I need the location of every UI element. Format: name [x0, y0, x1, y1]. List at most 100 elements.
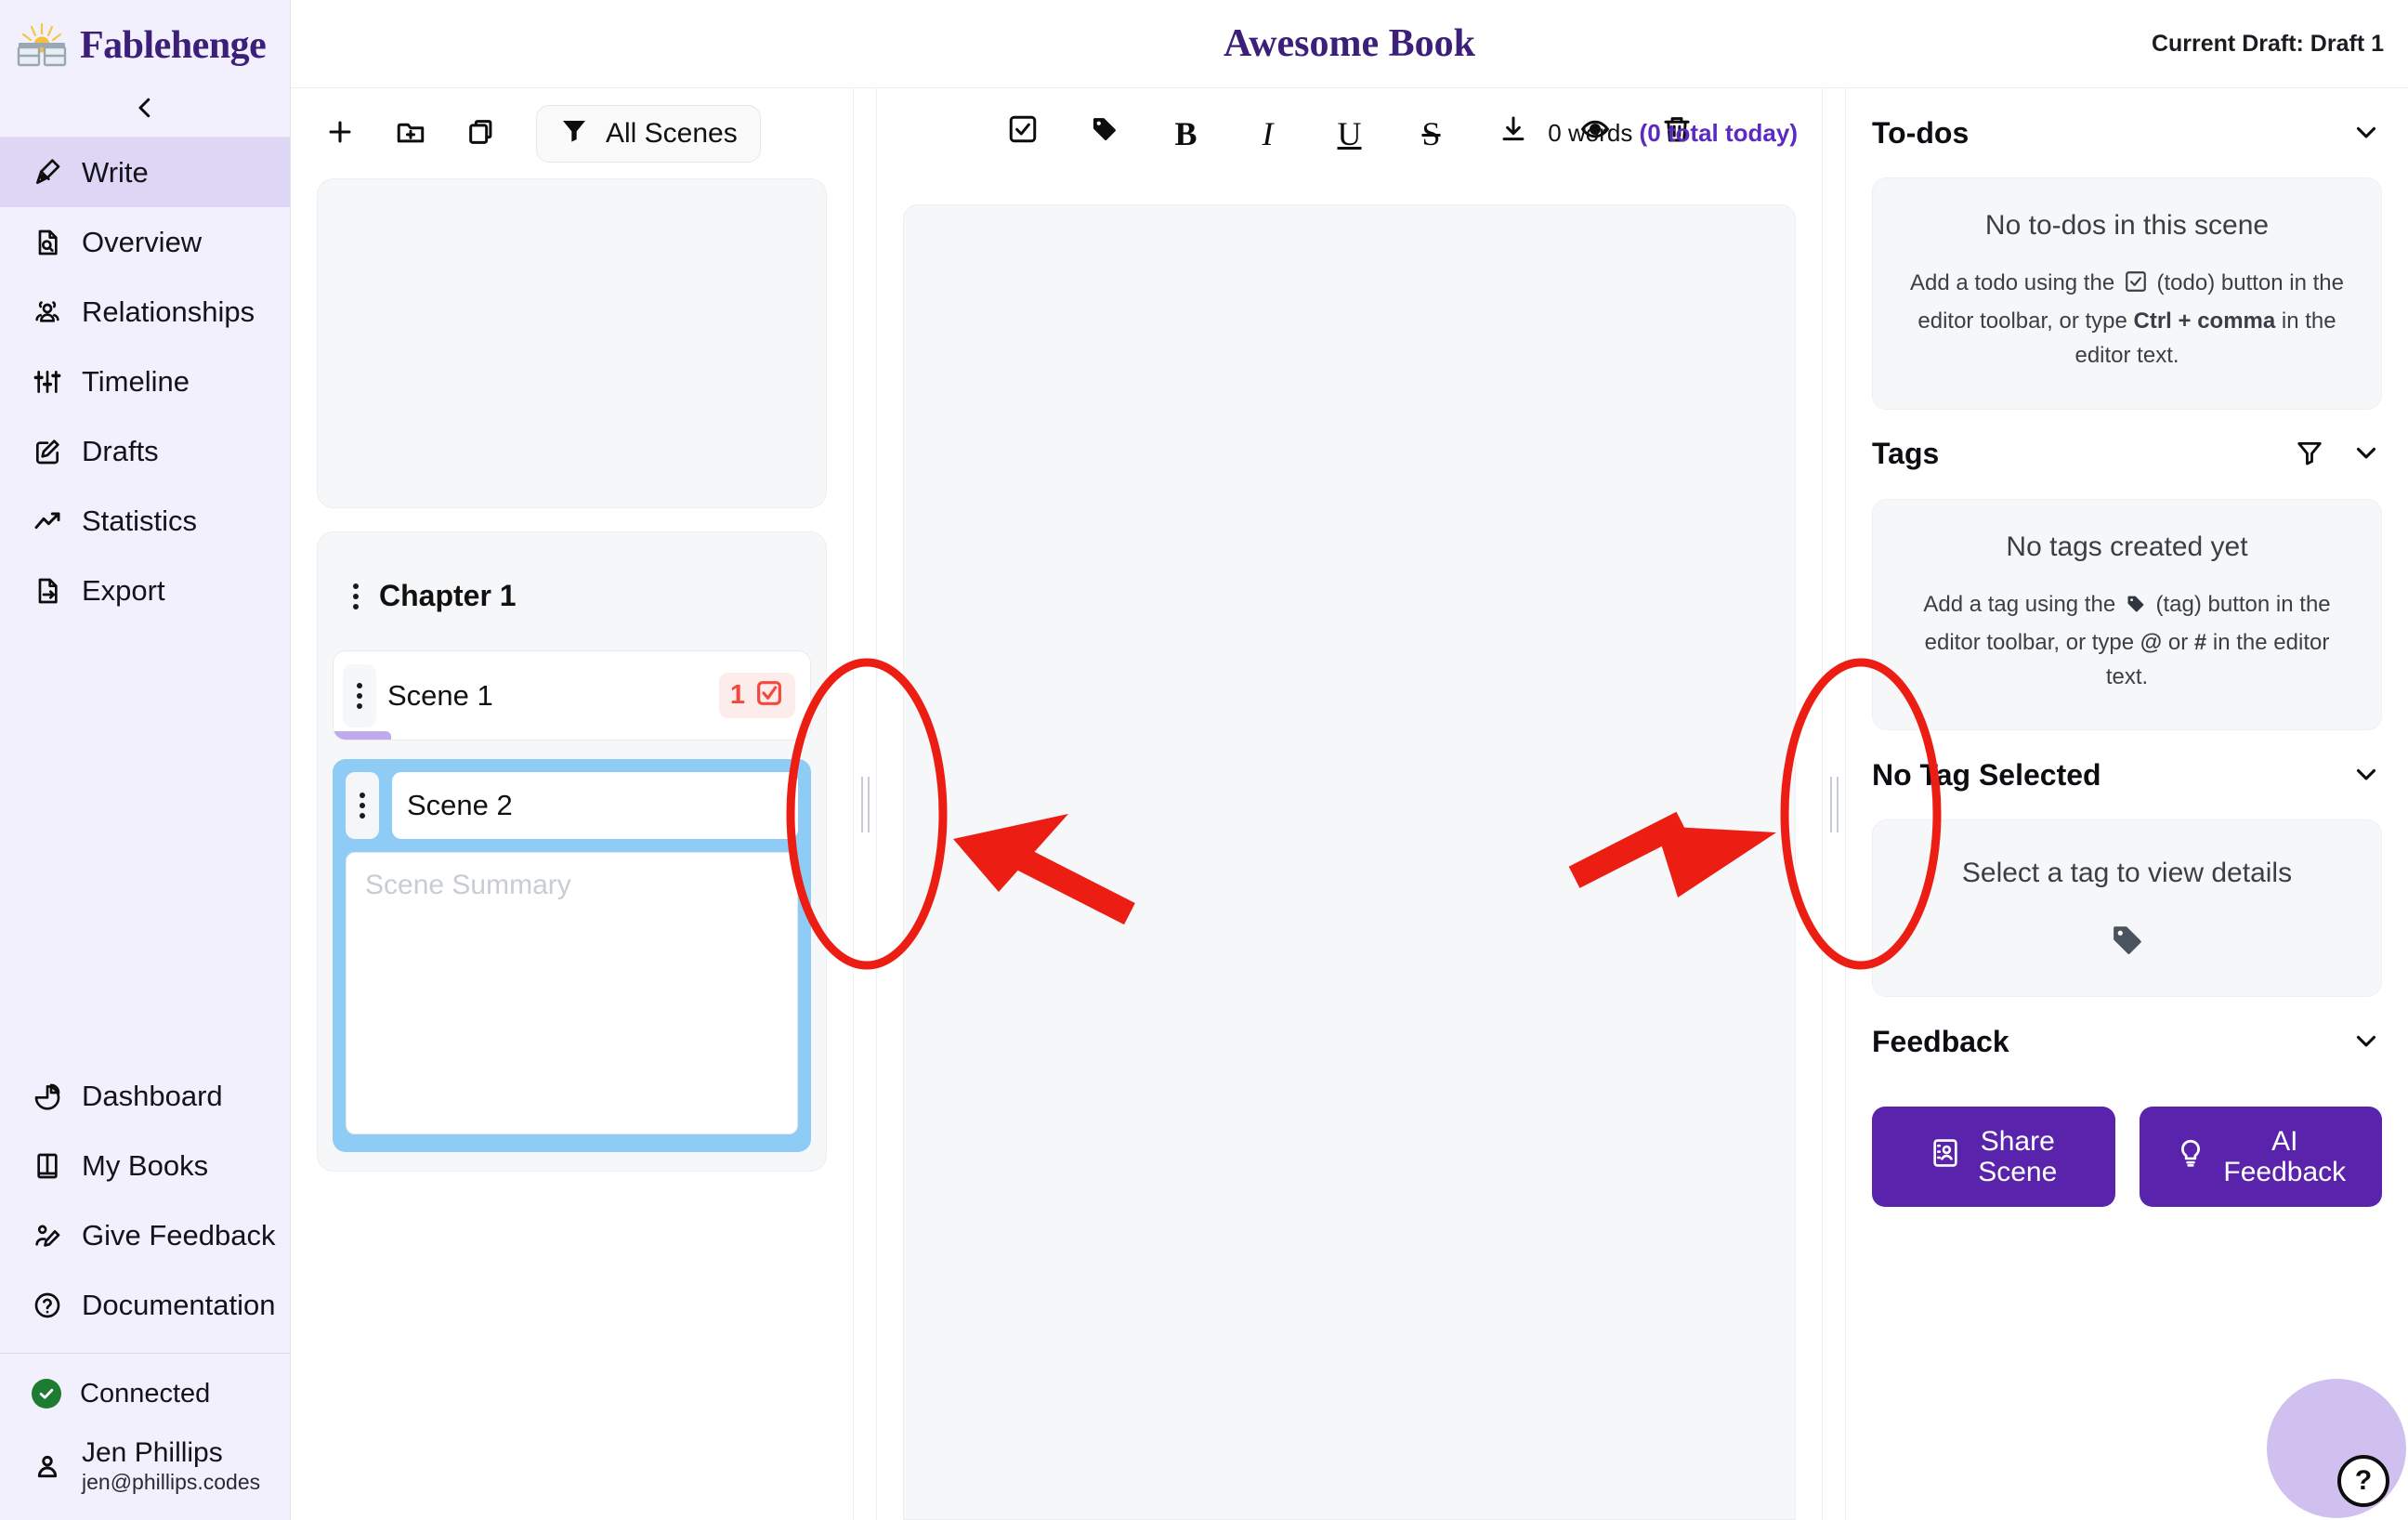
plus-icon: [324, 116, 356, 151]
user-account[interactable]: Jen Phillips jen@phillips.codes: [0, 1434, 290, 1520]
kebab-menu-icon[interactable]: [346, 583, 366, 609]
todos-help-shortcut: Ctrl + comma: [2133, 308, 2276, 334]
sidebar-item-label: Statistics: [82, 504, 198, 537]
tags-collapse-button[interactable]: [2350, 437, 2382, 471]
tag-detail-section-header: No Tag Selected: [1872, 730, 2382, 819]
sidebar-item-export[interactable]: Export: [0, 556, 290, 625]
download-icon: [1498, 113, 1529, 153]
tags-filter-button[interactable]: [2295, 438, 2324, 470]
copy-icon: [465, 116, 497, 151]
scene-title-input[interactable]: [392, 772, 798, 839]
strikethrough-button[interactable]: S: [1410, 112, 1453, 155]
scene-filter-button[interactable]: All Scenes: [536, 104, 761, 163]
user-email: jen@phillips.codes: [82, 1469, 261, 1494]
insert-todo-button[interactable]: [1001, 112, 1044, 155]
sidebar-item-my-books[interactable]: My Books: [0, 1131, 290, 1200]
tag-icon: [2125, 591, 2147, 625]
scene-card-scene-1[interactable]: Scene 1 1: [333, 650, 811, 740]
share-scene-label-line2: Scene: [1978, 1157, 2058, 1188]
scene-filter-label: All Scenes: [606, 117, 738, 149]
italic-button[interactable]: I: [1247, 112, 1289, 155]
add-scene-button[interactable]: [319, 112, 361, 155]
scene-panel: All Scenes Chapter 1 Scene 1 1 Scene 2 S…: [291, 88, 853, 1520]
editor-column: B I U S 0 words (0 total today): [877, 88, 1822, 1520]
scene-edit-row: [346, 772, 798, 839]
right-panel-resizer[interactable]: [1822, 88, 1846, 1520]
main-area: Awesome Book Current Draft: Draft 1 All …: [291, 0, 2408, 1520]
sidebar-primary-nav: Write Overview Relationships Timeline Dr…: [0, 138, 290, 625]
chevron-down-icon: [2350, 116, 2382, 151]
chevron-down-icon: [2350, 758, 2382, 793]
scene-card-scene-2[interactable]: [333, 759, 811, 1152]
chevron-left-icon: [131, 94, 159, 124]
connection-status: Connected: [0, 1354, 290, 1434]
underline-button[interactable]: U: [1328, 112, 1371, 155]
scene-progress-bar: [334, 731, 391, 740]
chapter-header: Chapter 1: [333, 549, 811, 650]
work-area: All Scenes Chapter 1 Scene 1 1 Scene 2 S…: [291, 88, 2408, 1520]
insert-tag-button[interactable]: [1083, 112, 1126, 155]
lightbulb-icon: [2175, 1137, 2206, 1176]
duplicate-button[interactable]: [460, 112, 503, 155]
ai-feedback-label-line1: AI: [2271, 1125, 2298, 1157]
share-scene-label-line1: Share: [1980, 1125, 2055, 1157]
sidebar-collapse-button[interactable]: [126, 91, 164, 128]
todos-collapse-button[interactable]: [2350, 116, 2382, 151]
sidebar-item-relationships[interactable]: Relationships: [0, 277, 290, 347]
user-meta: Jen Phillips jen@phillips.codes: [82, 1437, 260, 1494]
scene-menu-button[interactable]: [343, 663, 376, 727]
editor-surface[interactable]: [903, 204, 1796, 1520]
sidebar-item-label: Overview: [82, 225, 203, 258]
sidebar-item-give-feedback[interactable]: Give Feedback: [0, 1200, 290, 1270]
scene-menu-button[interactable]: [346, 772, 379, 839]
tags-help-hash: #: [2193, 629, 2207, 655]
chevron-down-icon: [2350, 437, 2382, 471]
document-export-icon: [32, 575, 63, 607]
sliders-icon: [32, 366, 63, 398]
ai-feedback-button[interactable]: AI Feedback: [2139, 1107, 2382, 1208]
sidebar-item-write[interactable]: Write: [0, 138, 290, 207]
pie-chart-icon: [32, 1081, 63, 1112]
sidebar-item-timeline[interactable]: Timeline: [0, 347, 290, 416]
checkbox-todo-icon: [2124, 269, 2148, 304]
brand-name: Fablehenge: [80, 24, 267, 67]
vertical-grip-icon: [860, 776, 870, 832]
feedback-collapse-button[interactable]: [2350, 1025, 2382, 1059]
feedback-buttons: Share Scene AI Feedback: [1872, 1107, 2382, 1208]
scene-summary-input[interactable]: [346, 852, 798, 1134]
add-chapter-button[interactable]: [389, 112, 432, 155]
tag-detail-empty-title: Select a tag to view details: [1961, 858, 2293, 889]
todos-empty-help: Add a todo using the (todo) button in th…: [1901, 266, 2353, 373]
tag-detail-collapse-button[interactable]: [2350, 758, 2382, 793]
sidebar-item-drafts[interactable]: Drafts: [0, 416, 290, 486]
book-icon: [32, 1150, 63, 1182]
sidebar-item-overview[interactable]: Overview: [0, 207, 290, 277]
sidebar-item-label: Export: [82, 573, 165, 607]
sidebar-item-label: Timeline: [82, 364, 190, 398]
share-scene-button[interactable]: Share Scene: [1872, 1107, 2115, 1208]
bold-button[interactable]: B: [1165, 112, 1208, 155]
sidebar-item-label: Documentation: [82, 1288, 276, 1321]
tag-icon: [2108, 921, 2147, 964]
pen-nib-icon: [32, 157, 63, 189]
download-button[interactable]: [1492, 112, 1535, 155]
todos-help-prefix: Add a todo using the: [1910, 270, 2121, 295]
tags-empty-help: Add a tag using the (tag) button in the …: [1901, 587, 2353, 695]
left-panel-resizer[interactable]: [853, 88, 877, 1520]
contact-card-icon: [1930, 1137, 1961, 1176]
todos-empty-state: No to-dos in this scene Add a todo using…: [1872, 177, 2382, 410]
sidebar-item-dashboard[interactable]: Dashboard: [0, 1061, 290, 1131]
folder-plus-icon: [395, 116, 426, 151]
tags-section-header: Tags: [1872, 410, 2382, 499]
tag-placeholder-icon-wrap: [1901, 921, 2353, 964]
app-root: Fablehenge Write Overview Relationships …: [0, 0, 2408, 1520]
help-button[interactable]: ?: [2337, 1455, 2389, 1507]
feedback-title: Feedback: [1872, 1024, 2009, 1058]
brand[interactable]: Fablehenge: [0, 0, 290, 82]
bold-icon: B: [1174, 114, 1197, 152]
chevron-down-icon: [2350, 1025, 2382, 1059]
sidebar-item-documentation[interactable]: Documentation: [0, 1270, 290, 1340]
share-scene-label: Share Scene: [1978, 1126, 2057, 1188]
sidebar-item-statistics[interactable]: Statistics: [0, 486, 290, 556]
funnel-icon: [559, 115, 589, 152]
